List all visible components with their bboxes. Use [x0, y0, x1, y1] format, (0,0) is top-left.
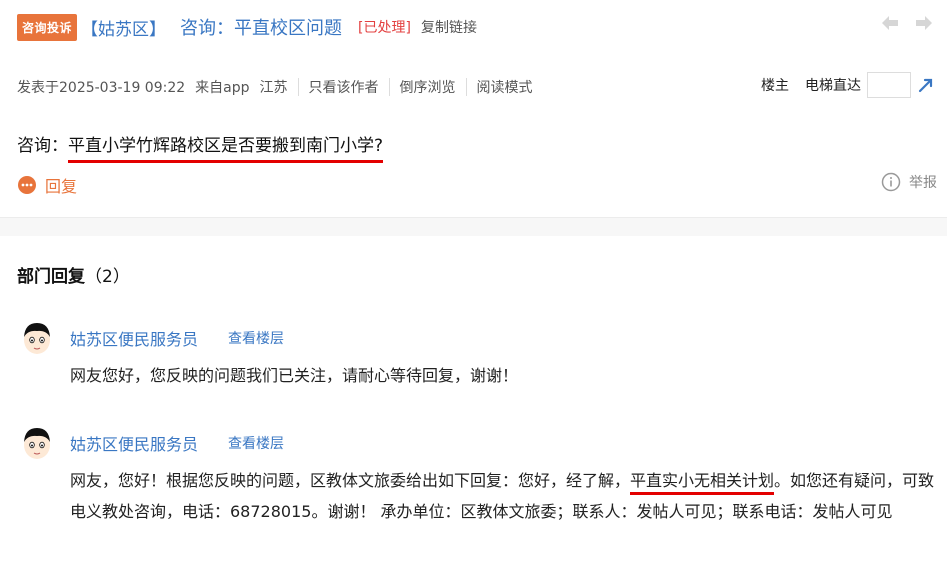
- thread-header: 咨询投诉 【姑苏区】 咨询：平直校区问题 [已处理] 复制链接: [17, 12, 935, 42]
- previous-arrow-icon[interactable]: [879, 12, 901, 34]
- floor-tools: 楼主 电梯直达: [761, 72, 935, 98]
- elevator-label: 电梯直达: [805, 78, 861, 94]
- reply-highlight: 平直实小无相关计划: [630, 471, 775, 495]
- reply-item: 姑苏区便民服务员 查看楼层 网友您好，您反映的问题我们已关注，请耐心等待回复，谢…: [20, 320, 937, 390]
- section-band: [0, 218, 947, 236]
- view-floor-link[interactable]: 查看楼层: [228, 433, 284, 453]
- copy-link-button[interactable]: 复制链接: [421, 17, 477, 37]
- next-arrow-icon[interactable]: [913, 12, 935, 34]
- reply-item: 姑苏区便民服务员 查看楼层 网友，您好！根据您反映的问题，区教体文旅委给出如下回…: [20, 425, 937, 565]
- report-button[interactable]: 举报: [881, 172, 937, 192]
- floor-label: 楼主: [761, 78, 789, 94]
- view-floor-link[interactable]: 查看楼层: [228, 328, 284, 348]
- reply-text-part: 网友，您好！根据您反映的问题，区教体文旅委给出如下回复：您好，经了解，: [70, 471, 631, 490]
- avatar[interactable]: [20, 425, 54, 461]
- report-label: 举报: [909, 175, 937, 191]
- read-mode-link[interactable]: 阅读模式: [477, 77, 533, 97]
- post-meta: 发表于2025-03-19 09:22 来自app 江苏 只看该作者 倒序浏览 …: [17, 77, 533, 97]
- reply-header: 姑苏区便民服务员 查看楼层: [70, 431, 284, 455]
- thread-nav: [879, 12, 935, 34]
- category-tag[interactable]: 咨询投诉: [17, 13, 78, 41]
- question-text: 咨询：平直小学竹辉路校区是否要搬到南门小学?: [17, 131, 384, 163]
- divider: [297, 78, 299, 96]
- reply-button[interactable]: 回复: [17, 173, 77, 197]
- replier-name[interactable]: 姑苏区便民服务员: [70, 431, 198, 455]
- dept-reply-title: 部门回复: [17, 267, 85, 287]
- only-author-link[interactable]: 只看该作者: [309, 77, 379, 97]
- reply-header: 姑苏区便民服务员 查看楼层: [70, 326, 284, 350]
- district-link[interactable]: 【姑苏区】: [81, 15, 166, 40]
- post-source: 来自app: [195, 80, 250, 96]
- reply-body: 网友您好，您反映的问题我们已关注，请耐心等待回复，谢谢！: [70, 366, 519, 385]
- question-prefix: 咨询：: [17, 136, 68, 156]
- replier-name[interactable]: 姑苏区便民服务员: [70, 326, 198, 350]
- avatar[interactable]: [20, 320, 54, 356]
- question-body: 平直小学竹辉路校区是否要搬到南门小学?: [68, 131, 384, 163]
- post-date: 发表于2025-03-19 09:22: [17, 80, 186, 96]
- page: 咨询投诉 【姑苏区】 咨询：平直校区问题 [已处理] 复制链接 发表于2025-…: [0, 0, 947, 567]
- reply-label: 回复: [45, 177, 78, 196]
- post-region: 江苏: [259, 80, 288, 96]
- comment-icon: [18, 176, 36, 194]
- dept-reply-heading: 部门回复（2）: [17, 262, 130, 287]
- divider: [465, 78, 467, 96]
- thread-title: 咨询：平直校区问题: [180, 18, 343, 39]
- reply-body: 网友，您好！根据您反映的问题，区教体文旅委给出如下回复：您好，经了解，平直实小无…: [70, 465, 937, 527]
- divider: [388, 78, 390, 96]
- status-badge: [已处理]: [358, 20, 411, 36]
- jump-icon[interactable]: [917, 76, 935, 94]
- dept-reply-count: （2）: [85, 267, 130, 287]
- info-icon: [881, 172, 901, 192]
- reverse-order-link[interactable]: 倒序浏览: [400, 77, 456, 97]
- floor-input[interactable]: [867, 72, 911, 98]
